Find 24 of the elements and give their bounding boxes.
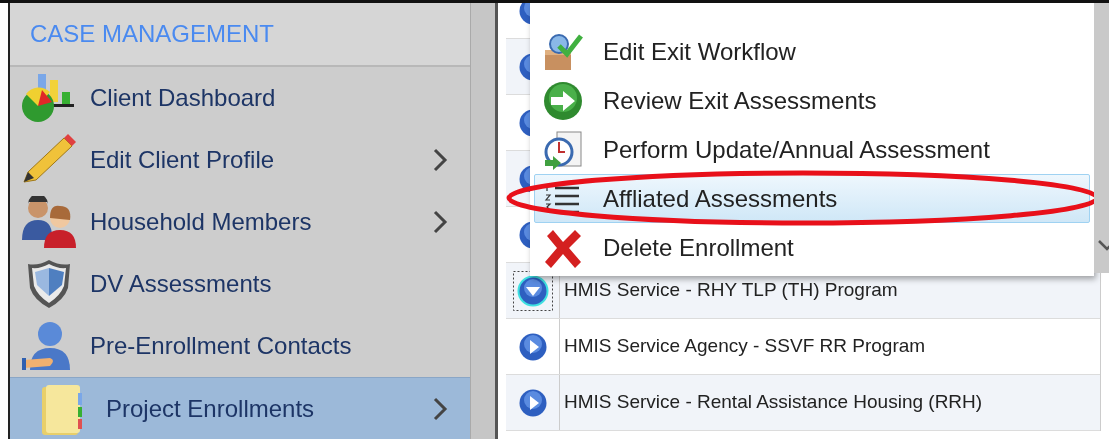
pencil-icon: [20, 134, 78, 186]
menu-item[interactable]: Perform Update/Annual Assessment: [534, 125, 1090, 174]
menu-item[interactable]: Delete Enrollment: [534, 223, 1090, 272]
sidebar-item[interactable]: Household Members: [10, 191, 470, 253]
clock-document-icon: [543, 129, 583, 170]
sidebar-item[interactable]: Edit Client Profile: [10, 129, 470, 191]
sidebar-item[interactable]: DV Assessments: [10, 253, 470, 315]
table-cell-text: HMIS Service - RHY TLP (TH) Program: [564, 278, 898, 303]
delete-icon: [543, 227, 583, 268]
sidebar-item[interactable]: Client Dashboard: [10, 67, 470, 129]
box-check-icon: [543, 31, 583, 72]
table-cell-text: HMIS Service - Rental Assistance Housing (RRH): [564, 390, 983, 415]
people-icon: [20, 196, 78, 248]
sidebar-item[interactable]: Pre-Enrollment Contacts: [10, 315, 470, 377]
menu-item[interactable]: Review Exit Assessments: [534, 76, 1090, 125]
menu-item[interactable]: Edit Exit Workflow: [534, 27, 1090, 76]
chevron-right-icon: [432, 395, 448, 422]
chevron-right-icon: [432, 147, 448, 173]
sidebar-title: CASE MANAGEMENT: [30, 19, 275, 49]
chevron-right-icon: [432, 209, 448, 235]
arrow-right-icon: [543, 80, 583, 121]
sidebar-item[interactable]: Project Enrollments: [10, 377, 470, 439]
table-cell-text: HMIS Service Agency - SSVF RR Program: [564, 334, 926, 359]
splitter[interactable]: [470, 3, 498, 439]
